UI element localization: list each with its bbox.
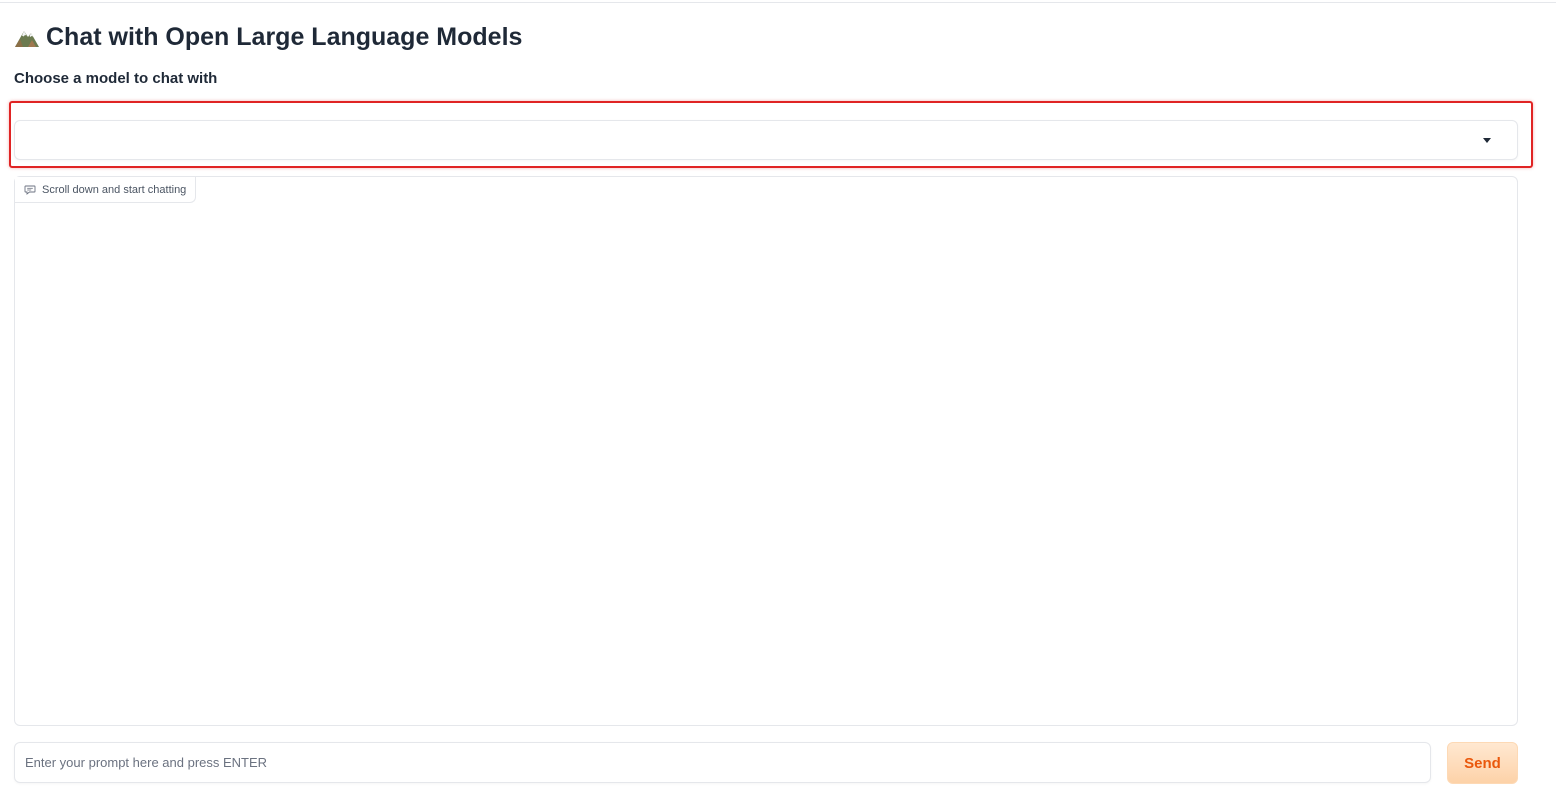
model-dropdown[interactable] <box>14 120 1518 160</box>
chat-bubble-icon <box>24 184 36 196</box>
app-root: Chat with Open Large Language Models Cho… <box>0 0 1556 795</box>
caret-down-icon[interactable] <box>1483 137 1491 143</box>
model-selector-label: Choose a model to chat with <box>14 70 218 87</box>
chatbot-label: Scroll down and start chatting <box>15 177 197 203</box>
mountain-icon <box>14 24 40 50</box>
prompt-input[interactable] <box>14 742 1431 783</box>
page-header: Chat with Open Large Language Models <box>14 20 522 54</box>
send-button[interactable]: Send <box>1447 742 1518 784</box>
chatbot-panel[interactable]: Scroll down and start chatting <box>14 176 1518 726</box>
top-divider <box>0 2 1556 3</box>
chatbot-label-text: Scroll down and start chatting <box>42 183 187 196</box>
page-title: Chat with Open Large Language Models <box>46 22 523 51</box>
